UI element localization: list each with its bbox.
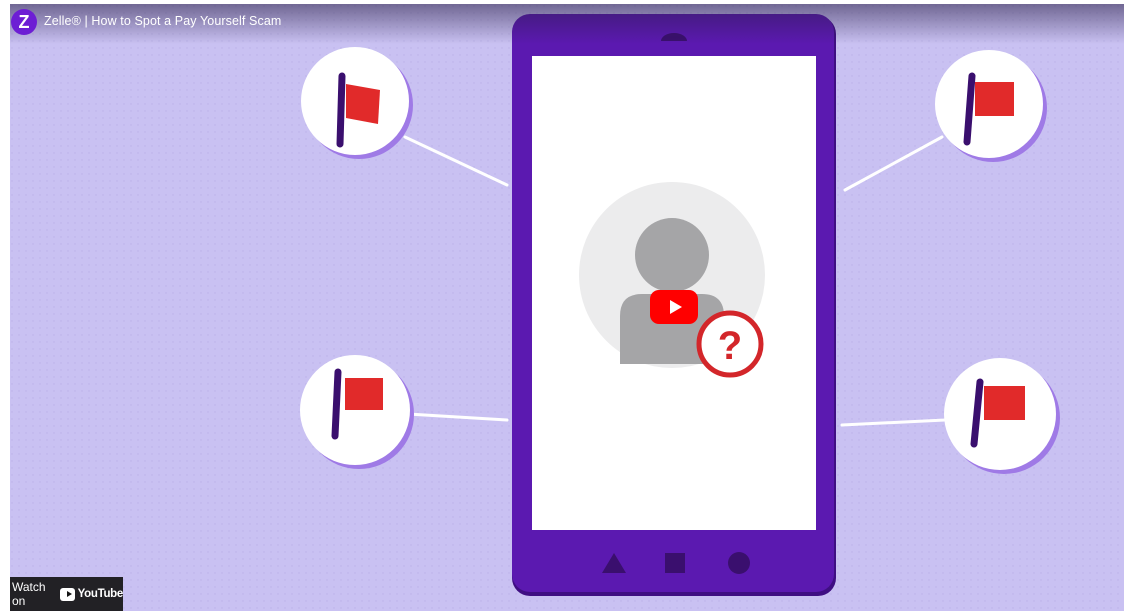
video-title[interactable]: Zelle® | How to Spot a Pay Yourself Scam <box>44 14 281 28</box>
play-icon <box>669 300 682 314</box>
watch-on-youtube-button[interactable]: Watch on YouTube <box>10 577 123 611</box>
person-head <box>635 218 709 292</box>
youtube-play-icon <box>60 587 75 601</box>
channel-avatar[interactable]: Z <box>11 9 37 35</box>
red-flag-icon <box>984 386 1025 420</box>
play-button[interactable] <box>650 290 698 324</box>
watch-on-label: Watch on <box>12 580 46 608</box>
zelle-logo-icon: Z <box>18 11 30 32</box>
circle-icon <box>728 552 750 574</box>
red-flag-icon <box>346 84 380 124</box>
youtube-wordmark: YouTube <box>77 588 124 600</box>
red-flag-icon <box>975 82 1014 116</box>
video-thumbnail: ? <box>10 4 1124 611</box>
question-mark-icon: ? <box>718 324 742 368</box>
red-flag-icon <box>345 378 383 410</box>
video-player[interactable]: ? Z Zelle® | How to Spot a Pay Yourself … <box>10 4 1124 611</box>
square-icon <box>665 553 685 573</box>
